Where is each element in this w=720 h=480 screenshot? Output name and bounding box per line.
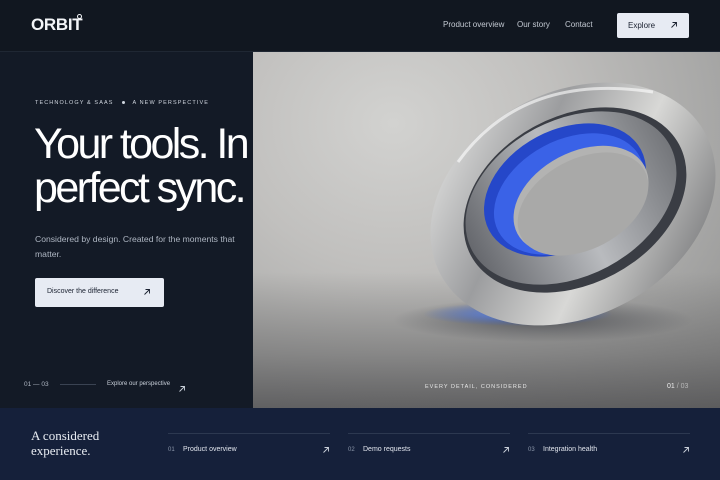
arrow-up-right-icon <box>502 446 510 454</box>
discover-button-label: Discover the difference <box>47 288 119 295</box>
site-header: ORBIT Product overview Our story Contact… <box>0 0 720 52</box>
arrow-up-right-icon <box>670 21 678 29</box>
progress-line <box>60 384 96 385</box>
feature-label: Demo requests <box>363 446 411 453</box>
image-slide-counter: 01 / 03 <box>667 383 688 390</box>
feature-strip-title: A considered experience. <box>31 428 100 458</box>
image-counter-total: 03 <box>680 383 689 390</box>
discover-button[interactable]: Discover the difference <box>35 278 164 307</box>
hero-image: EVERY DETAIL, CONSIDERED 01 / 03 <box>253 52 720 408</box>
explore-button-label: Explore <box>628 21 656 30</box>
registered-circle-icon <box>77 14 82 19</box>
feature-label: Product overview <box>183 446 237 453</box>
image-caption: EVERY DETAIL, CONSIDERED <box>425 384 528 390</box>
nav-product-overview[interactable]: Product overview <box>443 20 504 29</box>
image-counter-current: 01 <box>667 383 675 390</box>
feature-number: 03 <box>528 447 535 453</box>
feature-strip: A considered experience. 01 Product over… <box>0 408 720 480</box>
feature-label: Integration health <box>543 446 598 453</box>
eyebrow-tagline: A NEW PERSPECTIVE <box>132 100 209 106</box>
logo[interactable]: ORBIT <box>31 15 83 35</box>
hero-subcopy: Considered by design. Created for the mo… <box>35 234 235 259</box>
hero-eyebrow: TECHNOLOGY & SAAS A NEW PERSPECTIVE <box>35 100 209 106</box>
metal-ring-illustration <box>393 82 716 342</box>
feature-number: 01 <box>168 447 175 453</box>
arrow-up-right-icon <box>682 446 690 454</box>
arrow-up-right-icon <box>143 288 151 296</box>
hero-headline: Your tools. In perfect sync. <box>34 122 334 210</box>
bullet-dot-icon <box>121 101 125 105</box>
slide-counter: 01 — 03 <box>24 381 49 388</box>
eyebrow-category: TECHNOLOGY & SAAS <box>35 100 114 106</box>
arrow-up-right-icon[interactable] <box>178 380 186 398</box>
nav-contact[interactable]: Contact <box>565 20 593 29</box>
headline-line-1: Your tools. In <box>34 120 250 168</box>
feature-link-demo-requests[interactable]: 02 Demo requests <box>348 433 510 463</box>
headline-line-2: perfect sync. <box>34 164 247 212</box>
feature-link-product-overview[interactable]: 01 Product overview <box>168 433 330 463</box>
arrow-up-right-icon <box>322 446 330 454</box>
explore-perspective-link[interactable]: Explore our perspective <box>107 381 170 387</box>
feature-number: 02 <box>348 447 355 453</box>
nav-our-story[interactable]: Our story <box>517 20 550 29</box>
explore-button[interactable]: Explore <box>617 13 689 38</box>
feature-link-integration-health[interactable]: 03 Integration health <box>528 433 690 463</box>
